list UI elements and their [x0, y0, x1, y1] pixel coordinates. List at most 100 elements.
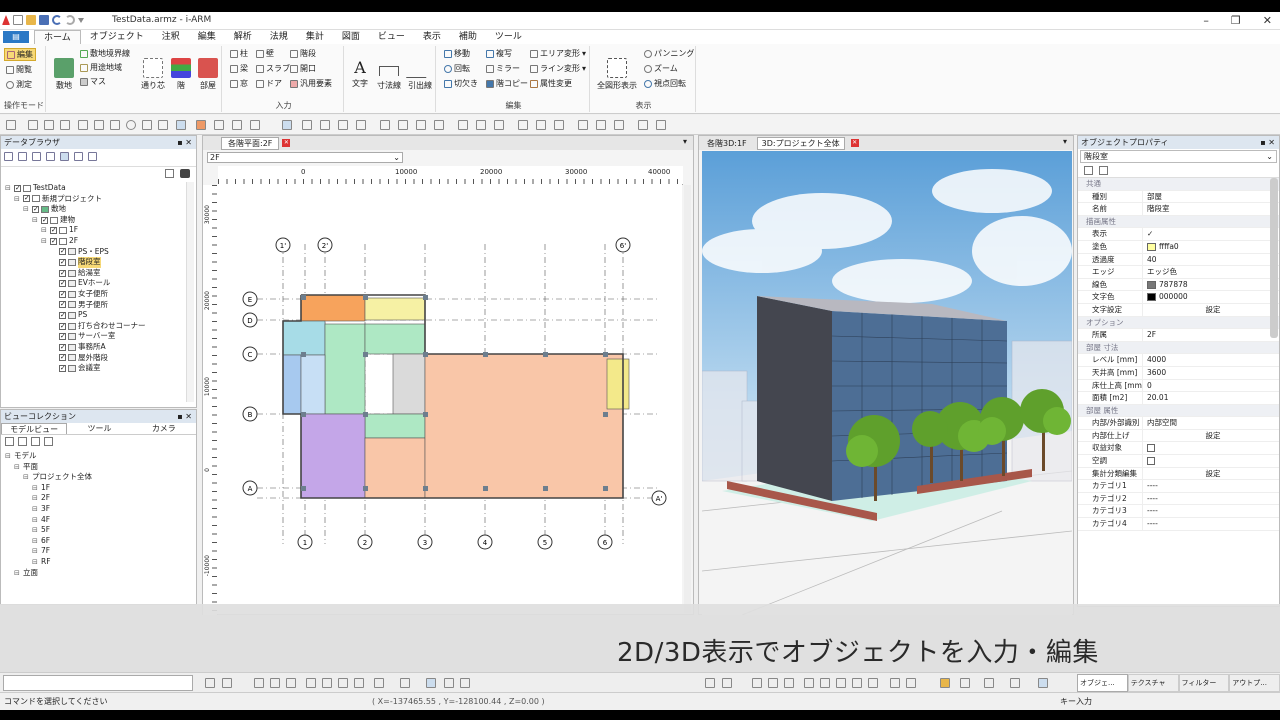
view-nav-icon[interactable]: [205, 678, 215, 688]
pointer-icon[interactable]: [250, 120, 260, 130]
column-button[interactable]: 柱: [230, 48, 248, 59]
save-icon[interactable]: [39, 15, 49, 25]
dimension-button[interactable]: 寸法線: [374, 58, 404, 91]
property-row[interactable]: カテゴリ2 ----: [1078, 492, 1279, 506]
property-value[interactable]: ✓: [1142, 228, 1279, 240]
midpoint-icon[interactable]: [142, 120, 152, 130]
arc-icon[interactable]: [60, 120, 70, 130]
tree-item[interactable]: ⊟ 7F: [5, 546, 192, 557]
tree-item[interactable]: ⊟ ✓ 新規プロジェクト: [5, 194, 192, 205]
leader-button[interactable]: 引出線: [405, 58, 435, 91]
tree-item[interactable]: ⊟ ✓ 建物: [5, 215, 192, 226]
visibility-checkbox[interactable]: ✓: [59, 311, 66, 319]
3d-floor-tab[interactable]: 各階3D:1F: [703, 138, 751, 149]
line-deform-button[interactable]: ライン変形 ▾: [530, 63, 586, 74]
view3d-render-icon[interactable]: [984, 678, 994, 688]
tree-item[interactable]: ⊟ ✓ 2F: [5, 236, 192, 247]
property-value[interactable]: 設定: [1142, 467, 1279, 480]
expand-icon[interactable]: ⊟: [41, 225, 48, 236]
expand-icon[interactable]: ⊟: [14, 568, 21, 579]
visibility-checkbox[interactable]: ✓: [59, 353, 66, 362]
view3d-shade-icon[interactable]: [768, 678, 778, 688]
layer4-icon[interactable]: [434, 120, 444, 130]
expand-icon[interactable]: ⊟: [32, 515, 39, 526]
zoom-fit-icon[interactable]: [306, 678, 316, 688]
wireframe-icon[interactable]: [254, 678, 264, 688]
property-value[interactable]: [1142, 455, 1279, 467]
visibility-checkbox[interactable]: ✓: [59, 322, 66, 330]
tree-item[interactable]: ⊟ ✓ TestData: [5, 183, 192, 194]
pan-icon[interactable]: [354, 678, 364, 688]
property-checkbox[interactable]: [1147, 444, 1155, 453]
view3d-window-icon[interactable]: [820, 678, 830, 688]
wall-button[interactable]: 壁: [256, 48, 274, 59]
expand-icon[interactable]: ⊟: [5, 183, 12, 194]
expand-icon[interactable]: ⊟: [41, 236, 48, 247]
intersect-icon[interactable]: [158, 120, 168, 130]
beam-button[interactable]: 梁: [230, 63, 248, 74]
tree-item[interactable]: ✓ 会議室: [5, 363, 192, 374]
property-value[interactable]: 2F: [1142, 329, 1279, 341]
mirror-button[interactable]: ミラー: [486, 63, 520, 74]
tree-item[interactable]: ✓ 事務所A: [5, 342, 192, 353]
orbit-button[interactable]: 視点回転: [644, 78, 686, 89]
floor-copy-button[interactable]: 階コピー: [486, 78, 528, 89]
color-swatch[interactable]: [1147, 293, 1156, 302]
visibility-checkbox[interactable]: ✓: [59, 258, 66, 266]
visibility-checkbox[interactable]: ✓: [59, 332, 66, 341]
view3d-section-icon[interactable]: [960, 678, 970, 688]
opening-button[interactable]: 開口: [290, 63, 316, 74]
property-value[interactable]: ----: [1142, 480, 1279, 492]
dot-grid-icon[interactable]: [196, 120, 206, 130]
property-row[interactable]: カテゴリ1 ----: [1078, 480, 1279, 493]
property-value[interactable]: 設定: [1142, 303, 1279, 316]
tree-item[interactable]: ⊟ 平面: [5, 462, 192, 473]
property-value[interactable]: [1142, 442, 1279, 455]
site-boundary-button[interactable]: 敷地境界線: [80, 48, 130, 59]
tree-item[interactable]: ⊟ 6F: [5, 536, 192, 547]
measure-mode-button[interactable]: 測定: [6, 79, 32, 90]
show-icon[interactable]: [74, 152, 83, 161]
visibility-icon[interactable]: [286, 678, 296, 688]
active-tool-icon[interactable]: [426, 678, 436, 688]
endpoint-icon[interactable]: [110, 120, 120, 130]
view3d-camera-icon[interactable]: [906, 678, 916, 688]
move-button[interactable]: 移動: [444, 48, 470, 59]
copy-button[interactable]: 複写: [486, 48, 512, 59]
view3d-wire-icon[interactable]: [752, 678, 762, 688]
select-icon[interactable]: [282, 120, 292, 130]
view3d-orbit-icon[interactable]: [868, 678, 878, 688]
filter-icon[interactable]: [614, 120, 624, 130]
panel-close-icon[interactable]: ▪ ✕: [177, 410, 192, 423]
tab-display[interactable]: 表示: [414, 30, 450, 45]
view3d-shadow-icon[interactable]: [1010, 678, 1020, 688]
property-icon[interactable]: [578, 120, 588, 130]
plan-scrollbar[interactable]: [684, 185, 691, 613]
hide-icon[interactable]: [518, 120, 528, 130]
delete-view-icon[interactable]: [44, 437, 53, 446]
property-value[interactable]: 内部空間: [1142, 417, 1279, 429]
property-row[interactable]: 空調: [1078, 455, 1279, 468]
tree-item[interactable]: ⊟ 5F: [5, 525, 192, 536]
tree-item[interactable]: ⊟ RF: [5, 557, 192, 568]
property-value[interactable]: 設定: [1142, 429, 1279, 442]
property-row[interactable]: 文字色 000000: [1078, 291, 1279, 304]
tab-drawing[interactable]: 図面: [333, 30, 369, 45]
tab-aggregate[interactable]: 集計: [297, 30, 333, 45]
zoom-button[interactable]: ズーム: [644, 63, 678, 74]
floor-button[interactable]: 階: [170, 58, 192, 91]
copy-view-icon[interactable]: [18, 437, 27, 446]
color-swatch[interactable]: [1147, 242, 1156, 251]
tab-output[interactable]: アウトプ...: [1229, 674, 1280, 692]
generic-element-button[interactable]: 汎用要素: [290, 78, 332, 89]
view3d-visibility-icon[interactable]: [784, 678, 794, 688]
property-row[interactable]: 内部/外部識別 内部空間: [1078, 417, 1279, 430]
visibility-checkbox[interactable]: ✓: [32, 205, 39, 213]
close-icon[interactable]: ✕: [1263, 14, 1272, 27]
expand-icon[interactable]: ⊟: [32, 536, 39, 547]
visibility-checkbox[interactable]: ✓: [59, 364, 66, 372]
tab-view[interactable]: ビュー: [369, 30, 414, 45]
layer-icon[interactable]: [374, 678, 384, 688]
tree-item[interactable]: ⊟ モデル: [5, 451, 192, 462]
visibility-checkbox[interactable]: ✓: [41, 216, 48, 224]
